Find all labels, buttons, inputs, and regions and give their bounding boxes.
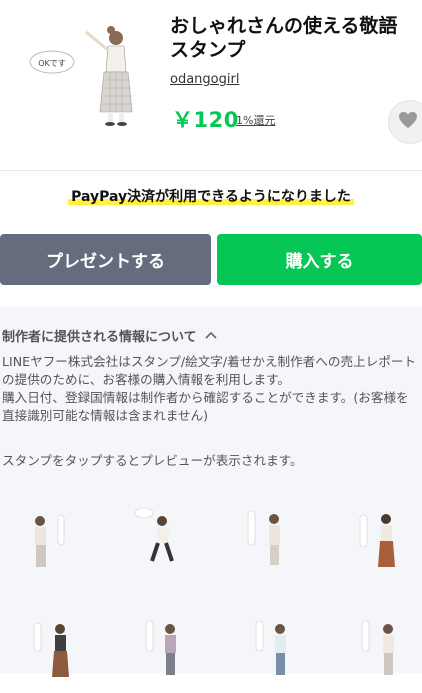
creator-info-heading: 制作者に提供される情報について	[2, 330, 197, 345]
sticker-thumbnail: OKです	[20, 20, 160, 130]
thumbnail-bubble-text: OKです	[38, 59, 66, 68]
preview-note: スタンプをタップするとプレビューが表示されます。	[2, 453, 303, 468]
buy-button[interactable]: 購入する	[217, 234, 422, 285]
heart-icon	[398, 111, 418, 133]
sticker-item[interactable]	[142, 615, 202, 687]
paypay-notice: PayPay決済が利用できるようになりました	[0, 186, 422, 206]
sticker-item[interactable]	[30, 617, 90, 689]
creator-info-body: LINEヤフー株式会社はスタンプ/絵文字/着せかえ制作者への売上レポートの提供の…	[2, 353, 420, 425]
chevron-up-icon	[205, 328, 217, 343]
sticker-item[interactable]	[128, 503, 188, 575]
paypay-notice-text: PayPay決済が利用できるようになりました	[68, 189, 354, 205]
sticker-item[interactable]	[250, 615, 310, 687]
favorite-button[interactable]	[388, 100, 422, 144]
info-paragraph-1: LINEヤフー株式会社はスタンプ/絵文字/着せかえ制作者への売上レポートの提供の…	[2, 354, 417, 387]
sticker-item[interactable]	[356, 615, 416, 687]
sticker-item[interactable]	[22, 507, 82, 579]
price: ￥120	[172, 108, 239, 132]
sticker-title: おしゃれさんの使える敬語スタンプ	[170, 15, 398, 61]
sticker-item[interactable]	[240, 505, 300, 577]
info-paragraph-2: 購入日付、登録国情報は制作者から確認することができます。(お客様を直接識別可能な…	[2, 390, 409, 423]
sticker-item[interactable]	[352, 505, 412, 577]
product-header: OKです おしゃれさんの使える敬語スタンプ odangogirl ￥120 1%…	[0, 0, 422, 170]
divider	[0, 170, 422, 171]
creator-link[interactable]: odangogirl	[170, 72, 239, 87]
creator-info-section: 制作者に提供される情報について LINEヤフー株式会社はスタンプ/絵文字/着せか…	[0, 307, 422, 677]
cashback-link[interactable]: 1%還元	[236, 112, 275, 128]
creator-info-toggle[interactable]: 制作者に提供される情報について	[2, 326, 217, 345]
gift-button[interactable]: プレゼントする	[0, 234, 211, 285]
